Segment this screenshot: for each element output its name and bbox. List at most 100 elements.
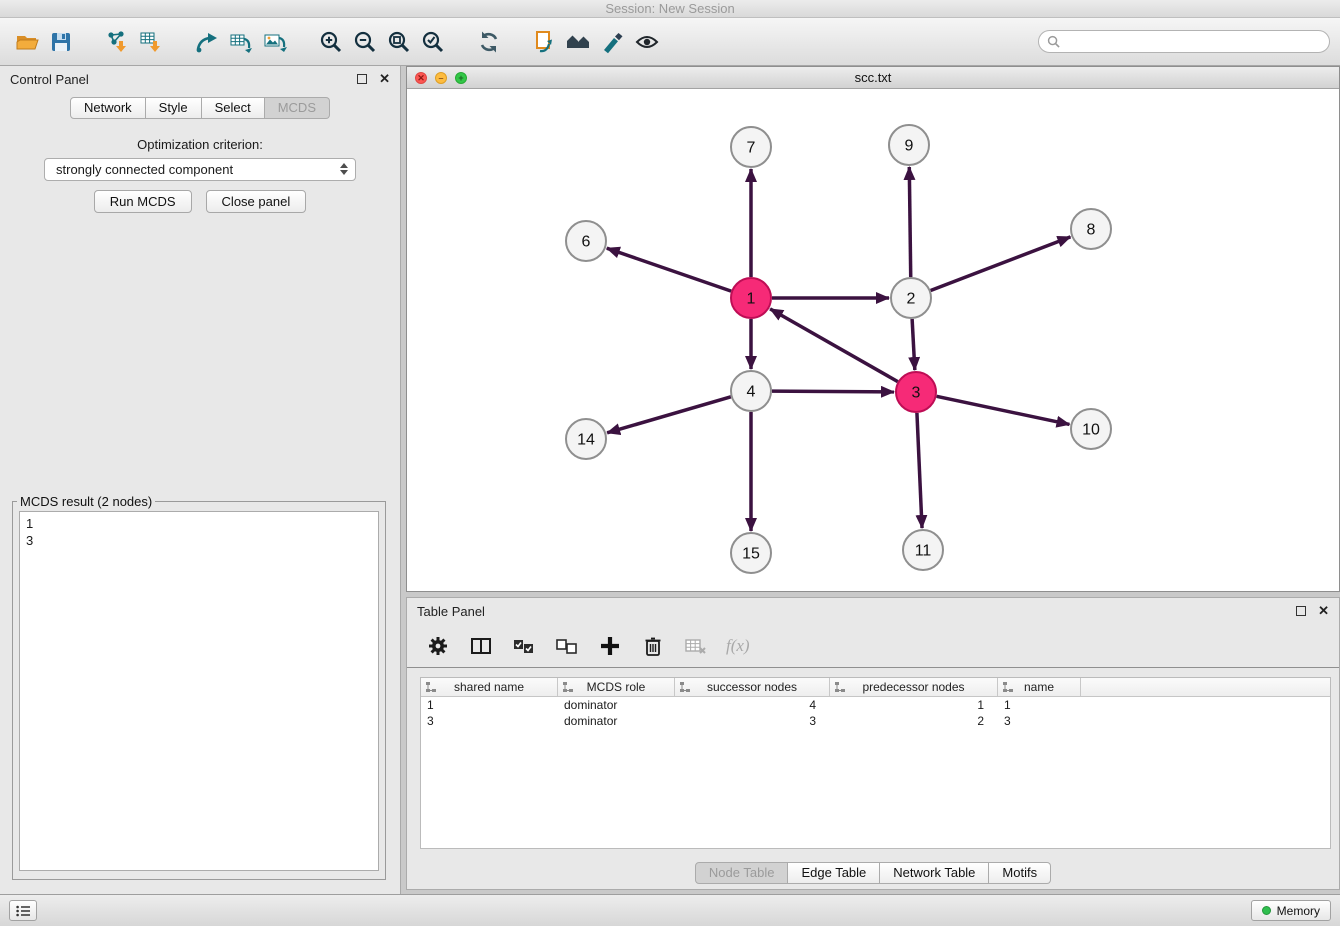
list-icon xyxy=(16,905,31,917)
show-column-button[interactable] xyxy=(468,633,494,659)
create-column-button[interactable] xyxy=(597,633,623,659)
table-tab-edge-table[interactable]: Edge Table xyxy=(788,862,880,884)
copy-network-button[interactable] xyxy=(528,25,562,59)
zoom-out-button[interactable] xyxy=(348,25,382,59)
graph-edge-3-11[interactable] xyxy=(917,413,922,528)
home-layout-button[interactable] xyxy=(562,25,596,59)
zoom-in-button[interactable] xyxy=(314,25,348,59)
column-header-MCDS-role[interactable]: MCDS role xyxy=(558,678,675,696)
graph-node-3[interactable]: 3 xyxy=(896,372,936,412)
tab-mcds[interactable]: MCDS xyxy=(265,97,330,119)
graph-edge-2-9[interactable] xyxy=(909,167,910,277)
graph-node-label: 11 xyxy=(915,543,932,560)
mcds-result-item: 1 xyxy=(26,515,372,532)
window-close-icon[interactable]: ✕ xyxy=(415,72,427,84)
graph-node-14[interactable]: 14 xyxy=(566,419,606,459)
graph-node-4[interactable]: 4 xyxy=(731,371,771,411)
graph-node-7[interactable]: 7 xyxy=(731,127,771,167)
table-cell: dominator xyxy=(558,698,675,712)
optimization-criterion-dropdown[interactable]: strongly connected component xyxy=(44,158,356,181)
import-network-button[interactable] xyxy=(100,25,134,59)
run-mcds-button[interactable]: Run MCDS xyxy=(94,190,192,213)
zoom-selected-button[interactable] xyxy=(416,25,450,59)
table-cell: 1 xyxy=(830,698,998,712)
show-graphics-details-button[interactable] xyxy=(630,25,664,59)
select-all-columns-button[interactable] xyxy=(511,633,537,659)
table-panel-title: Table Panel xyxy=(417,604,485,619)
table-cell: 4 xyxy=(675,698,830,712)
table-panel-close-icon[interactable]: ✕ xyxy=(1318,606,1329,616)
graph-edge-1-6[interactable] xyxy=(607,248,731,291)
apply-style-button[interactable] xyxy=(596,25,630,59)
checked-boxes-icon xyxy=(512,635,536,657)
graph-edge-4-3[interactable] xyxy=(772,391,894,392)
function-builder-button[interactable]: f(x) xyxy=(726,633,750,659)
graph-node-8[interactable]: 8 xyxy=(1071,209,1111,249)
window-minimize-icon[interactable]: – xyxy=(435,72,447,84)
fx-icon: f(x) xyxy=(726,636,750,656)
table-tab-motifs[interactable]: Motifs xyxy=(989,862,1051,884)
tab-style[interactable]: Style xyxy=(146,97,202,119)
tab-select[interactable]: Select xyxy=(202,97,265,119)
mcds-result-list[interactable]: 13 xyxy=(19,511,379,871)
graph-edge-2-3[interactable] xyxy=(912,319,915,370)
main-area: Control Panel ✕ NetworkStyleSelectMCDS O… xyxy=(0,66,1340,894)
export-image-button[interactable] xyxy=(258,25,292,59)
graph-edge-2-8[interactable] xyxy=(931,237,1071,291)
column-header-predecessor-nodes[interactable]: predecessor nodes xyxy=(830,678,998,696)
delete-column-button[interactable] xyxy=(640,633,666,659)
dropdown-selected-value: strongly connected component xyxy=(56,162,233,177)
open-session-button[interactable] xyxy=(10,25,44,59)
table-panel-float-icon[interactable] xyxy=(1296,606,1306,616)
delete-table-button[interactable] xyxy=(683,633,709,659)
graph-node-1[interactable]: 1 xyxy=(731,278,771,318)
network-canvas[interactable]: 7 9 6 8 1 2 4 3 14 10 15 11 xyxy=(407,89,1339,591)
dropdown-arrows-icon xyxy=(340,163,348,175)
refresh-layout-button[interactable] xyxy=(472,25,506,59)
table-tab-node-table[interactable]: Node Table xyxy=(695,862,789,884)
memory-status-icon xyxy=(1262,906,1271,915)
graph-node-label: 2 xyxy=(907,291,916,308)
zoom-fit-button[interactable] xyxy=(382,25,416,59)
window-titlebar: Session: New Session xyxy=(0,0,1340,18)
close-panel-button[interactable]: Close panel xyxy=(206,190,307,213)
graph-node-2[interactable]: 2 xyxy=(891,278,931,318)
graph-node-label: 6 xyxy=(582,234,591,251)
zoom-out-icon xyxy=(352,29,378,55)
graph-edge-3-10[interactable] xyxy=(937,396,1070,424)
toolbar-search[interactable] xyxy=(1038,30,1330,53)
graph-edge-4-14[interactable] xyxy=(607,397,731,433)
toolbar-search-input[interactable] xyxy=(1065,35,1321,49)
window-maximize-icon[interactable]: + xyxy=(455,72,467,84)
save-session-button[interactable] xyxy=(44,25,78,59)
table-row-1[interactable]: 1dominator411 xyxy=(421,697,1330,713)
column-header-shared-name[interactable]: shared name xyxy=(421,678,558,696)
task-history-button[interactable] xyxy=(9,900,37,921)
new-network-from-selection-button[interactable] xyxy=(190,25,224,59)
column-header-successor-nodes[interactable]: successor nodes xyxy=(675,678,830,696)
tab-network[interactable]: Network xyxy=(70,97,146,119)
export-table-button[interactable] xyxy=(224,25,258,59)
network-view-window: ✕ – + scc.txt 7968124314101511 xyxy=(406,66,1340,592)
new-network-icon xyxy=(194,29,220,55)
float-panel-icon[interactable] xyxy=(357,74,367,84)
unselect-all-columns-button[interactable] xyxy=(554,633,580,659)
table-tab-network-table[interactable]: Network Table xyxy=(880,862,989,884)
memory-button[interactable]: Memory xyxy=(1251,900,1331,921)
graph-edge-3-1[interactable] xyxy=(770,309,898,382)
table-settings-button[interactable] xyxy=(425,633,451,659)
graph-node-label: 9 xyxy=(905,138,914,155)
network-graph[interactable]: 7 9 6 8 1 2 4 3 14 10 15 11 xyxy=(407,89,1339,591)
graph-node-label: 4 xyxy=(747,384,756,401)
import-table-button[interactable] xyxy=(134,25,168,59)
graph-node-15[interactable]: 15 xyxy=(731,533,771,573)
control-panel-tabbar: NetworkStyleSelectMCDS xyxy=(0,97,400,119)
column-header-name[interactable]: name xyxy=(998,678,1081,696)
table-row-2[interactable]: 3dominator323 xyxy=(421,713,1330,729)
window-title: Session: New Session xyxy=(605,1,734,16)
graph-node-11[interactable]: 11 xyxy=(903,530,943,570)
close-panel-icon[interactable]: ✕ xyxy=(379,74,390,84)
graph-node-10[interactable]: 10 xyxy=(1071,409,1111,449)
graph-node-6[interactable]: 6 xyxy=(566,221,606,261)
graph-node-9[interactable]: 9 xyxy=(889,125,929,165)
